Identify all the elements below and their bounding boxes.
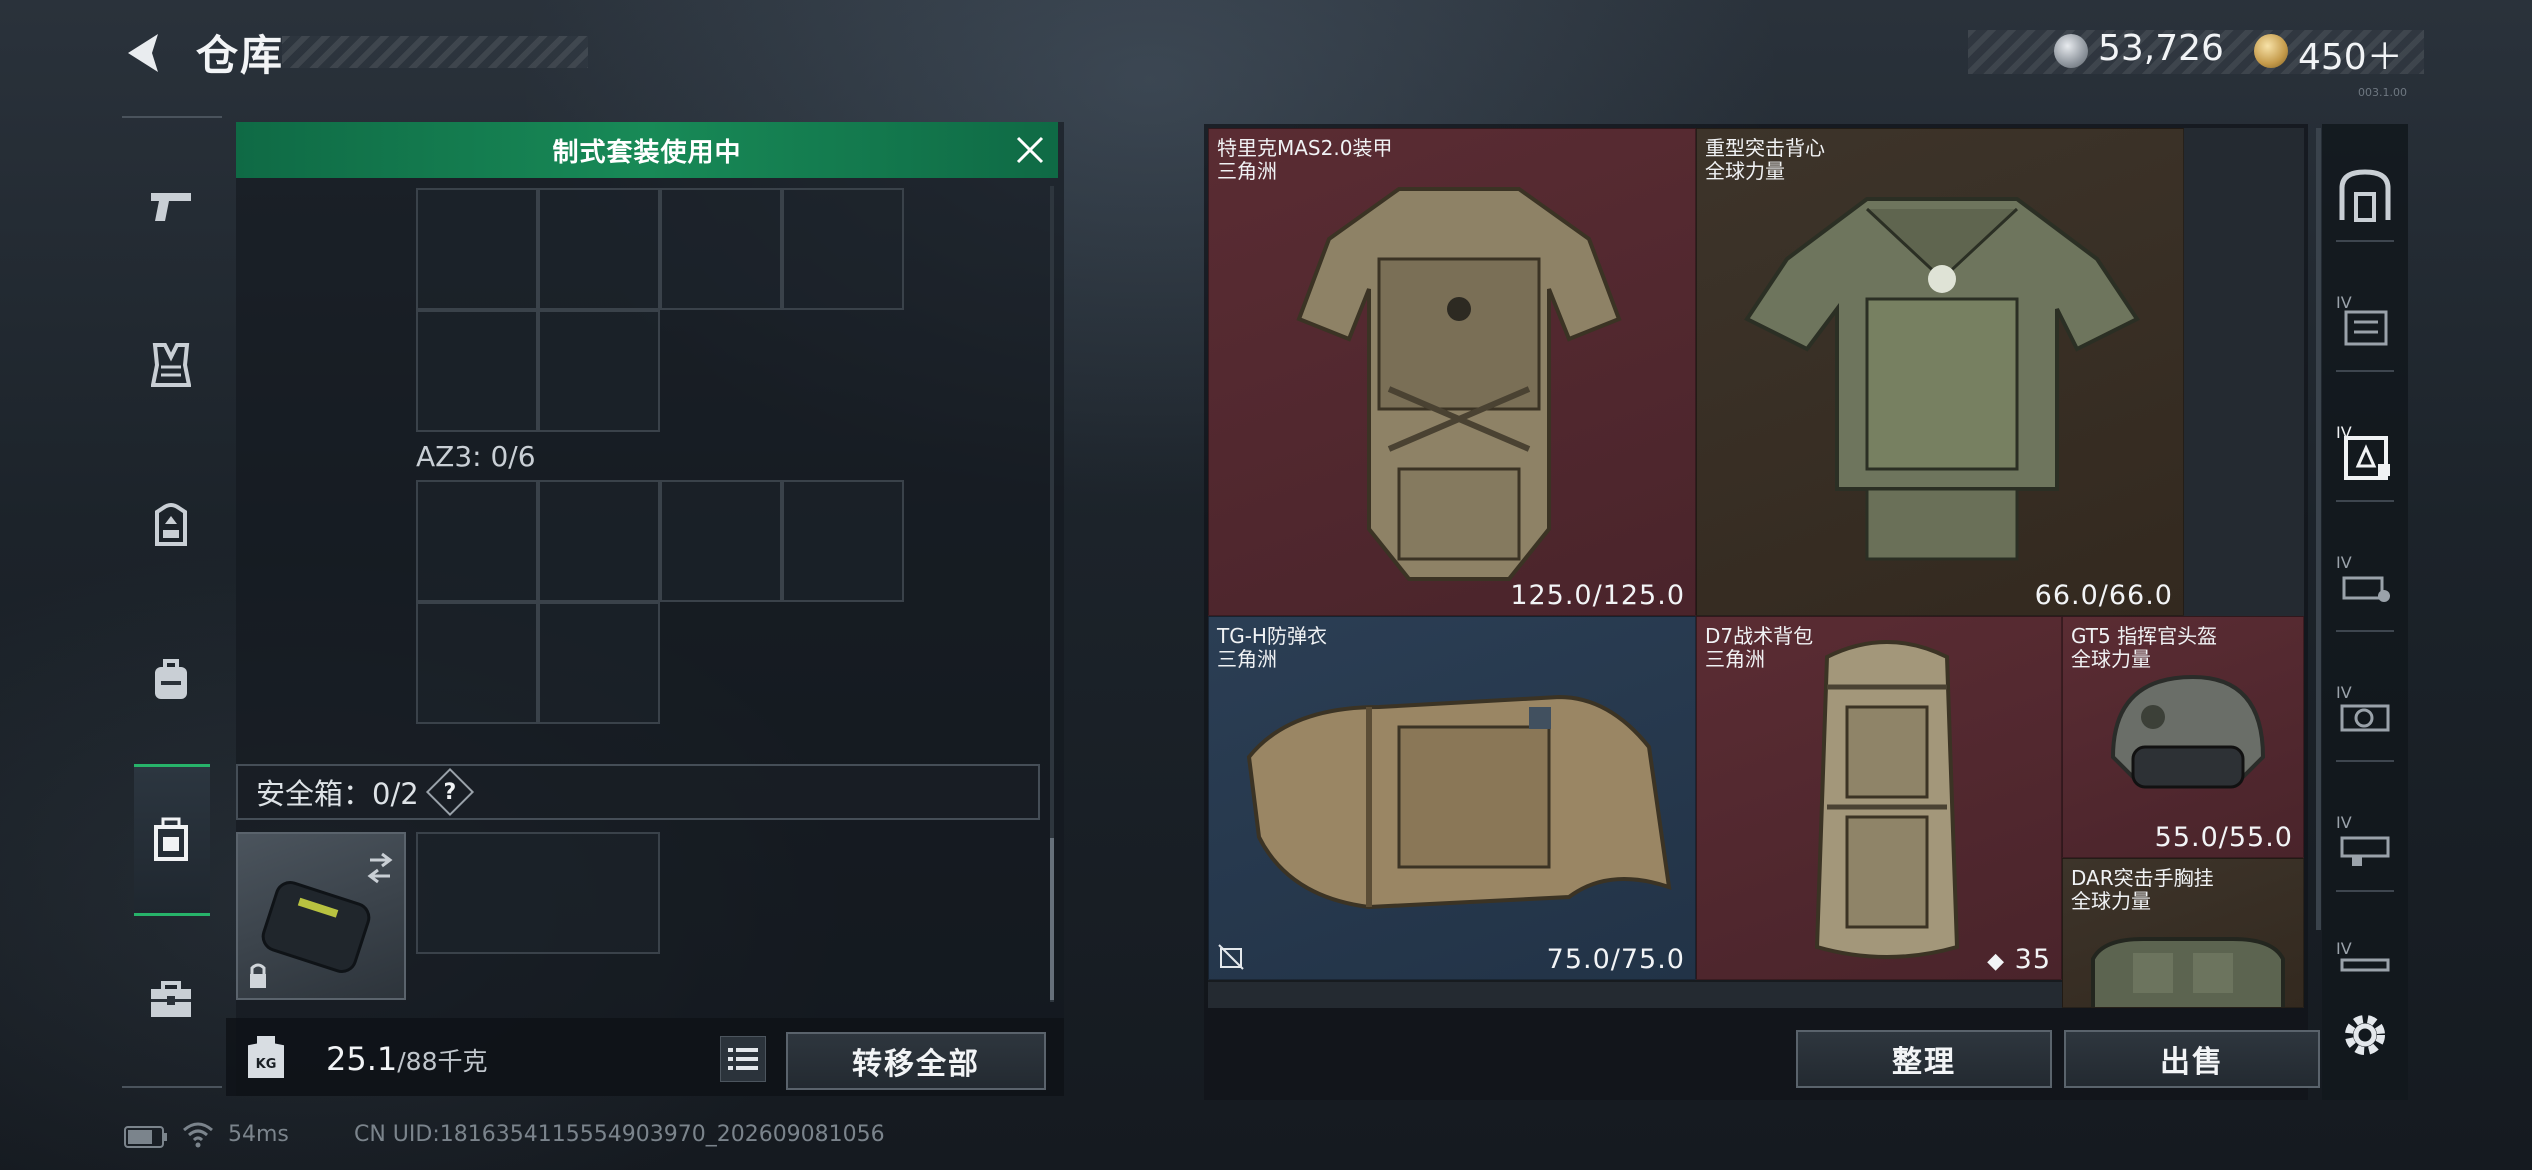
bag-icon[interactable] (140, 648, 202, 710)
container-slot[interactable] (538, 480, 660, 602)
container-slot[interactable] (538, 602, 660, 724)
tactical-vest-icon (1744, 197, 2140, 561)
body-armor-icon (1296, 187, 1622, 581)
filter-divider (2336, 890, 2394, 892)
svg-text:IV: IV (2336, 553, 2352, 572)
close-icon[interactable] (1012, 132, 1048, 168)
help-button[interactable]: ? (425, 767, 474, 817)
banner-text: 制式套装使用中 (552, 137, 742, 168)
safe-case-item[interactable] (236, 832, 406, 1000)
uid-readout: CN UID:1816354115554903970_202609081056 (354, 1122, 885, 1147)
weight-current: 25.1 (326, 1040, 398, 1078)
container-slot[interactable] (782, 188, 904, 310)
rail-divider (122, 1086, 222, 1088)
empty-grid-cell[interactable] (2184, 128, 2304, 616)
capacity-icon: ◆ (1987, 949, 2006, 974)
version-tag: 003.1.00 (2358, 86, 2407, 99)
container-slot[interactable] (416, 188, 538, 310)
inventory-item-d7-backpack[interactable]: D7战术背包 三角洲 ◆ 35 (1696, 616, 2062, 980)
container-slot[interactable] (782, 480, 904, 602)
item-label: GT5 指挥官头盔 全球力量 (2071, 624, 2218, 671)
no-insurance-icon (1218, 944, 1244, 970)
filter-divider (2336, 500, 2394, 502)
filter-divider (2336, 240, 2394, 242)
weight-max: /88千克 (397, 1047, 488, 1076)
container-slot[interactable] (538, 188, 660, 310)
hard-case-icon (250, 852, 393, 988)
container-slot[interactable] (416, 480, 538, 602)
attachment-filter-icon[interactable]: IV (2334, 810, 2396, 872)
item-durability: 75.0/75.0 (1546, 944, 1685, 975)
safebox-filter-icon[interactable]: IV (2334, 420, 2396, 482)
inventory-item-gt5-helmet[interactable]: GT5 指挥官头盔 全球力量 55.0/55.0 (2062, 616, 2304, 858)
inventory-item-armor-mas2[interactable]: 特里克MAS2.0装甲 三角洲 125.0/125.0 (1208, 128, 1696, 616)
svg-text:IV: IV (2336, 293, 2352, 312)
silver-balance: 53,726 (2098, 28, 2224, 69)
ping-readout: 54ms (228, 1122, 289, 1147)
wifi-icon (183, 1122, 213, 1148)
helmet-icon (2110, 674, 2266, 789)
tactical-backpack-icon (1814, 640, 1960, 959)
gold-balance[interactable]: 450＋ (2298, 28, 2403, 80)
item-label: 特里克MAS2.0装甲 三角洲 (1217, 136, 1393, 183)
item-label: 重型突击背心 全球力量 (1705, 136, 1825, 183)
toolbox-icon[interactable] (140, 968, 202, 1030)
item-durability: 125.0/125.0 (1510, 580, 1685, 611)
filter-divider (2336, 370, 2394, 372)
container-slot[interactable] (660, 188, 782, 310)
chest-rig-icon[interactable] (140, 334, 202, 396)
sell-button[interactable]: 出售 (2064, 1030, 2320, 1088)
title-decoration (282, 36, 588, 68)
item-label: TG-H防弹衣 三角洲 (1217, 624, 1327, 671)
weapons-pistol-icon[interactable] (140, 176, 202, 238)
grid-divider (1208, 980, 2062, 982)
container-slot[interactable] (416, 602, 538, 724)
filter-divider (2336, 630, 2394, 632)
panel-scrollbar-thumb[interactable] (1050, 838, 1054, 1000)
misc-filter-icon[interactable]: IV (2334, 936, 2396, 998)
chest-rig-icon (2091, 937, 2285, 1007)
transfer-all-button[interactable]: 转移全部 (786, 1032, 1046, 1090)
page-title: 仓库 (196, 31, 285, 80)
inventory-item-tgh-armor[interactable]: TG-H防弹衣 三角洲 75.0/75.0 (1208, 616, 1696, 980)
svg-text:IV: IV (2336, 683, 2352, 702)
list-view-icon[interactable] (720, 1036, 766, 1082)
sort-button[interactable]: 整理 (1796, 1030, 2052, 1088)
vault-filter-icon[interactable] (2334, 164, 2396, 226)
item-capacity: ◆ 35 (1987, 944, 2051, 975)
standard-kit-banner: 制式套装使用中 (236, 122, 1058, 178)
safebox-header: 安全箱：0/2 ? (236, 764, 1040, 820)
settings-gear-icon[interactable] (2334, 1004, 2396, 1066)
device-filter-icon[interactable]: IV (2334, 550, 2396, 612)
container-slot[interactable] (538, 310, 660, 432)
az3-capacity-label: AZ3: 0/6 (416, 440, 536, 473)
container-slot[interactable] (660, 480, 782, 602)
safebox-label: 安全箱：0/2 (256, 777, 419, 811)
inventory-item-heavy-vest[interactable]: 重型突击背心 全球力量 66.0/66.0 (1696, 128, 2184, 616)
container-slot[interactable] (416, 310, 538, 432)
item-label: D7战术背包 三角洲 (1705, 624, 1814, 671)
rail-divider (122, 116, 222, 118)
gold-coin-icon[interactable] (2254, 34, 2288, 68)
battery-icon (124, 1126, 167, 1148)
safe-case-icon[interactable] (140, 808, 202, 870)
armor-carrier-icon (1246, 694, 1672, 910)
svg-text:IV: IV (2336, 813, 2352, 832)
inventory-scrollbar-thumb[interactable] (2316, 128, 2321, 930)
inventory-item-dar-chest-rig[interactable]: DAR突击手胸挂 全球力量 (2062, 858, 2304, 1008)
scope-filter-icon[interactable]: IV (2334, 680, 2396, 742)
gear-filter-icon[interactable]: IV (2334, 290, 2396, 352)
backpack-icon[interactable] (140, 494, 202, 556)
weight-readout: 25.1/88千克 (326, 1040, 488, 1078)
safe-case-slot[interactable] (416, 832, 660, 954)
item-durability: 66.0/66.0 (2034, 580, 2173, 611)
empty-grid-row[interactable] (1208, 980, 2062, 1008)
item-durability: 55.0/55.0 (2154, 822, 2293, 853)
item-label: DAR突击手胸挂 全球力量 (2071, 866, 2214, 913)
silver-coin-icon (2054, 34, 2088, 68)
svg-text:IV: IV (2336, 939, 2352, 958)
back-arrow-icon[interactable] (118, 28, 168, 78)
filter-divider (2336, 760, 2394, 762)
